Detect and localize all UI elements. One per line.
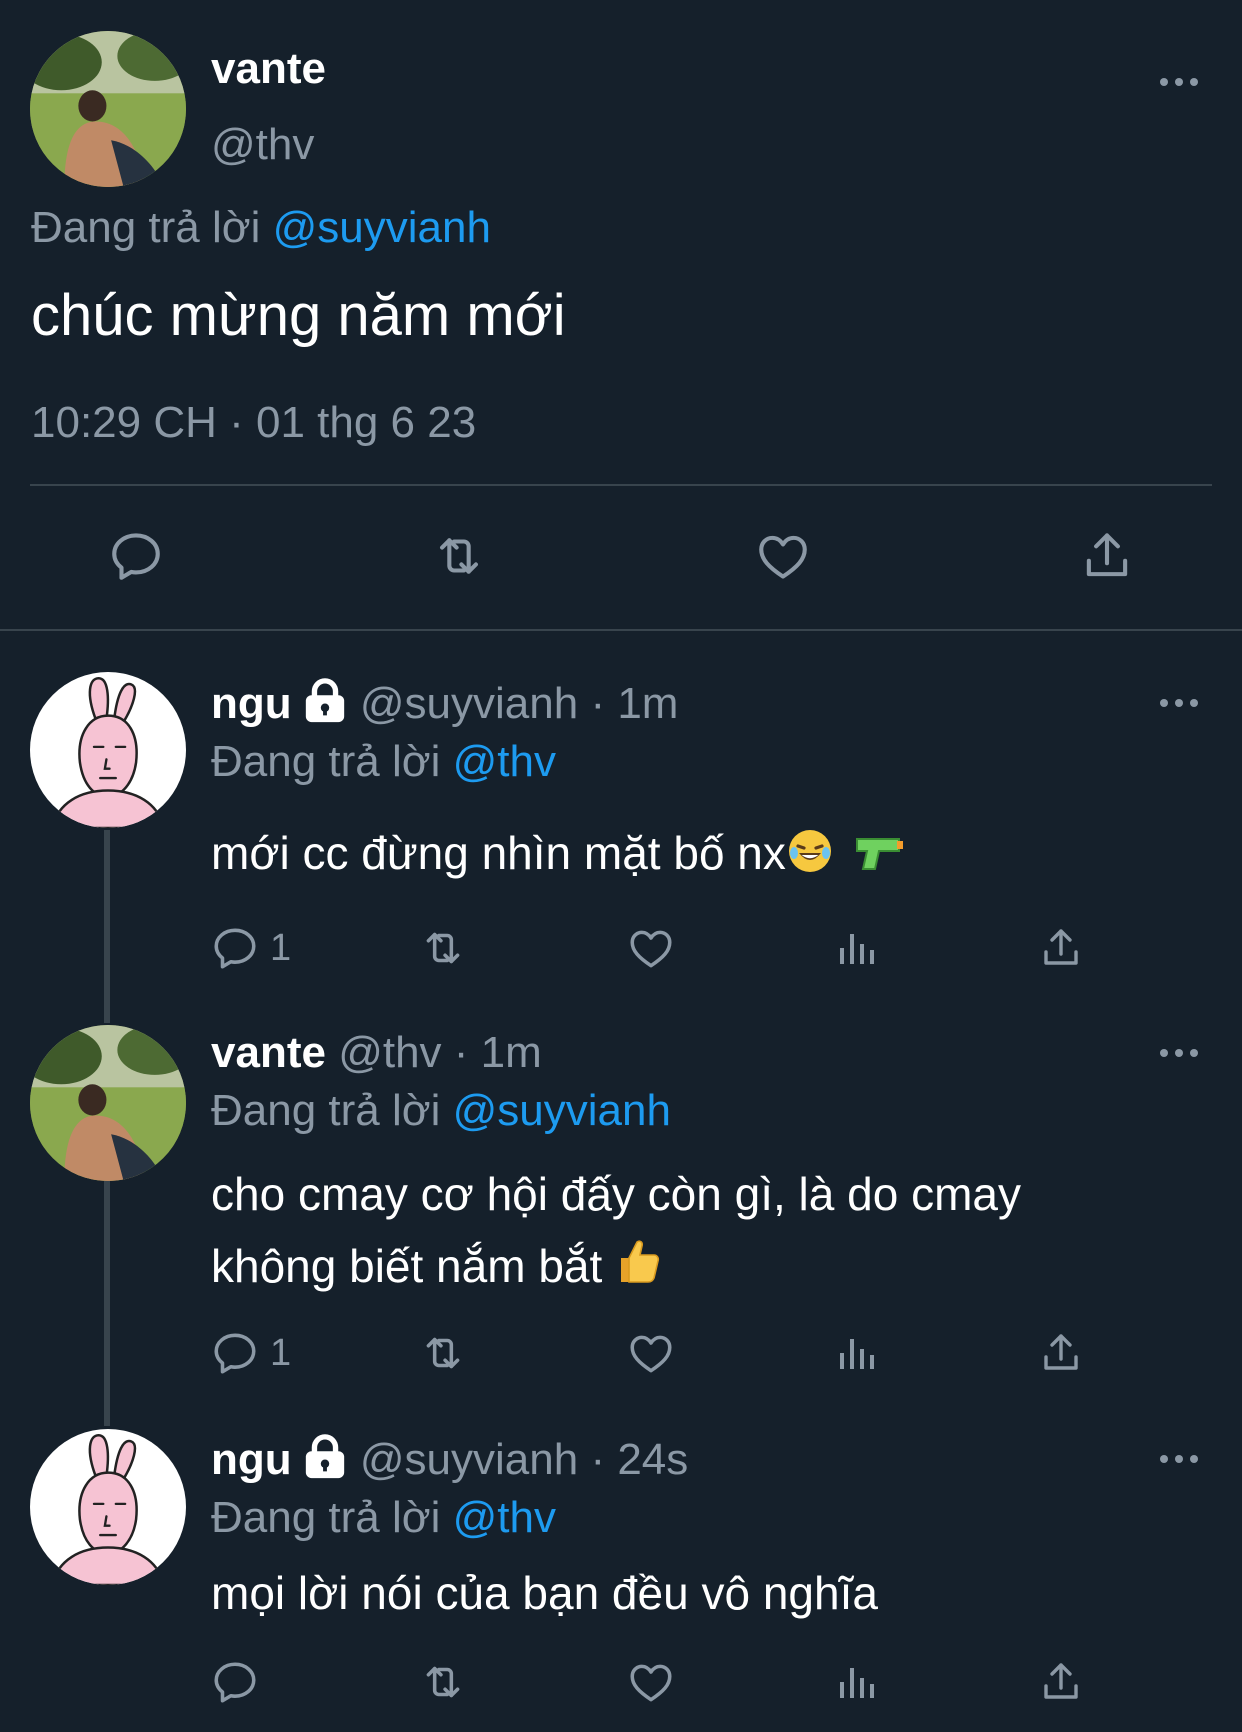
heart-icon [626,923,676,973]
share-button[interactable] [1037,1657,1085,1707]
retweet-icon [415,923,471,973]
like-button[interactable] [626,1328,676,1378]
reply-button[interactable]: 1 [210,1328,291,1378]
reply-button[interactable]: 1 [210,923,291,973]
author-handle[interactable]: @suyvianh [360,1435,578,1484]
water-pistol-icon [853,829,905,884]
reply-context: Đang trả lời @suyvianh [31,203,491,253]
avatar-bunny-icon [30,672,186,828]
reply-prefix: Đang trả lời [211,737,441,786]
lock-icon [302,1434,348,1491]
views-icon [832,923,880,973]
reply-time[interactable]: · 1m [590,679,678,728]
like-button[interactable] [626,1657,676,1707]
retweet-button[interactable] [427,527,491,585]
reply-text-line: không biết nắm bắt [211,1240,603,1292]
heart-icon [626,1657,676,1707]
reply-prefix: Đang trả lời [211,1086,441,1135]
reply-icon [107,527,165,585]
views-button[interactable] [832,923,880,973]
more-options-icon[interactable] [1157,1043,1201,1063]
reply-button[interactable] [210,1657,260,1707]
retweet-icon [415,1657,471,1707]
section-divider [0,629,1242,631]
reply-text: mới cc đừng nhìn mặt bố nx [211,826,905,886]
author-name[interactable]: ngu [211,679,292,728]
more-options-icon[interactable] [1157,72,1201,92]
face-with-tears-of-joy-icon [786,827,834,886]
avatar[interactable] [30,31,186,187]
reply-header: vante @thv · 1m [211,1028,542,1078]
thumbs-up-icon [615,1234,663,1306]
avatar[interactable] [30,1025,186,1181]
reply-text: cho cmay cơ hội đấy còn gì, là do cmay k… [211,1158,1021,1306]
reply-icon [210,923,260,973]
retweet-button[interactable] [415,1657,471,1707]
share-button[interactable] [1037,1328,1085,1378]
views-icon [832,1657,880,1707]
reply-text: mọi lời nói của bạn đều vô nghĩa [211,1567,878,1619]
views-button[interactable] [832,1328,880,1378]
retweet-button[interactable] [415,923,471,973]
share-button[interactable] [1037,923,1085,973]
author-handle[interactable]: @thv [338,1028,441,1077]
reply-context: Đang trả lời @thv [211,737,556,787]
author-name[interactable]: vante [211,1028,326,1077]
share-icon [1078,527,1136,585]
reply-header: ngu @suyvianh · 1m [211,678,678,735]
retweet-button[interactable] [415,1328,471,1378]
avatar[interactable] [30,1429,186,1585]
lock-icon [302,678,348,735]
thread-connector [104,830,110,1023]
avatar-photo-icon [30,1025,186,1181]
author-handle[interactable]: @suyvianh [360,679,578,728]
reply-context: Đang trả lời @suyvianh [211,1086,671,1136]
reply-button[interactable] [107,527,165,585]
like-button[interactable] [626,923,676,973]
more-options-icon[interactable] [1157,1449,1201,1469]
reply-count: 1 [270,926,292,969]
reply-icon [210,1657,260,1707]
reply-context: Đang trả lời @thv [211,1493,556,1543]
reply-prefix: Đang trả lời [31,203,261,252]
divider [30,484,1212,486]
retweet-icon [427,527,491,585]
retweet-icon [415,1328,471,1378]
reply-text-line: cho cmay cơ hội đấy còn gì, là do cmay [211,1168,1021,1220]
author-name[interactable]: vante [211,44,326,94]
avatar-bunny-icon [30,1429,186,1585]
share-icon [1037,1328,1085,1378]
reply-to-link[interactable]: @suyvianh [273,203,491,252]
tweet-timestamp[interactable]: 10:29 CH · 01 thg 6 23 [31,398,476,448]
share-icon [1037,923,1085,973]
share-button[interactable] [1078,527,1136,585]
reply-time[interactable]: · 24s [590,1435,688,1484]
reply-icon [210,1328,260,1378]
more-options-icon[interactable] [1157,693,1201,713]
thread-connector [104,1181,110,1426]
tweet-text: chúc mừng năm mới [31,283,566,348]
views-button[interactable] [832,1657,880,1707]
reply-to-link[interactable]: @suyvianh [453,1086,671,1135]
author-name[interactable]: ngu [211,1435,292,1484]
reply-time[interactable]: · 1m [454,1028,542,1077]
reply-prefix: Đang trả lời [211,1493,441,1542]
heart-icon [753,527,813,585]
reply-to-link[interactable]: @thv [453,1493,556,1542]
reply-to-link[interactable]: @thv [453,737,556,786]
heart-icon [626,1328,676,1378]
author-handle[interactable]: @thv [211,120,314,170]
reply-count: 1 [270,1331,292,1374]
share-icon [1037,1657,1085,1707]
like-button[interactable] [753,527,813,585]
views-icon [832,1328,880,1378]
reply-text-content: mới cc đừng nhìn mặt bố nx [211,827,786,879]
reply-header: ngu @suyvianh · 24s [211,1434,688,1491]
avatar[interactable] [30,672,186,828]
avatar-photo-icon [30,31,186,187]
